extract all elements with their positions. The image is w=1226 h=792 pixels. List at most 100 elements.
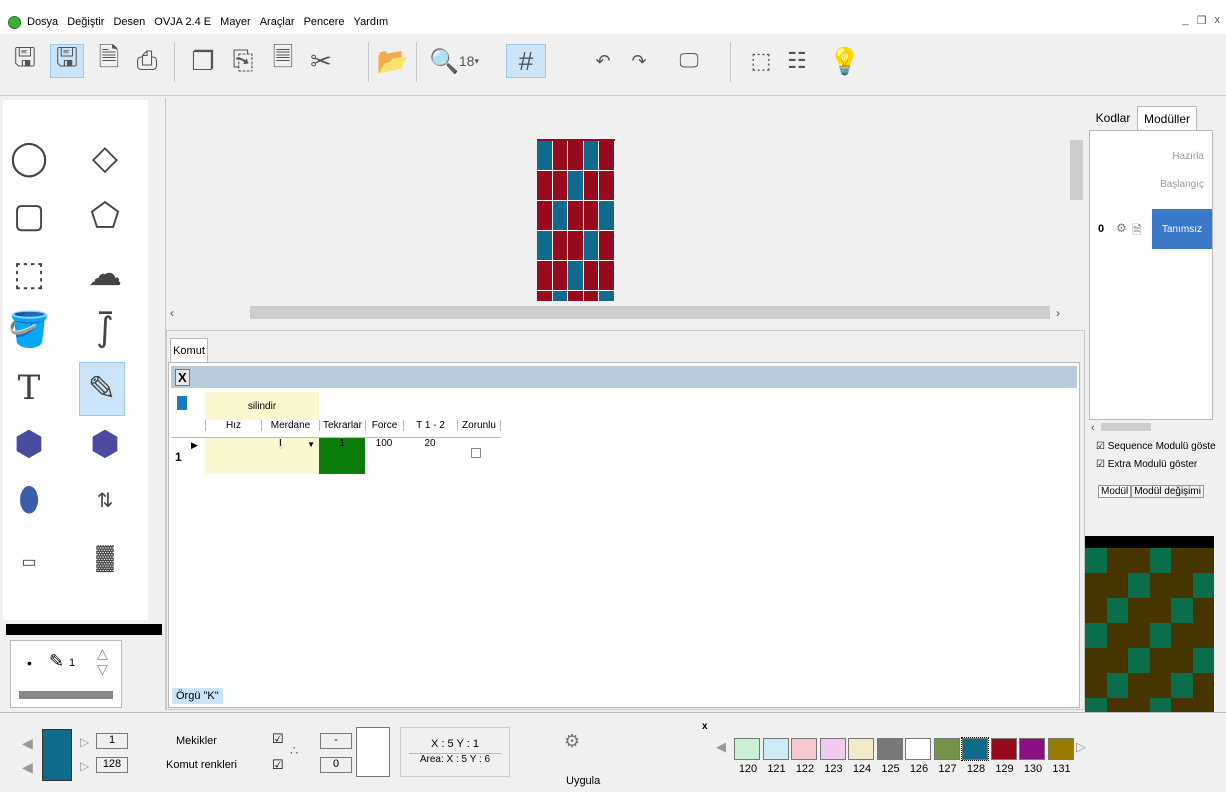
pattern-cell[interactable] <box>552 141 569 171</box>
palette-swatch[interactable] <box>1019 738 1045 760</box>
color-next2-icon[interactable]: ▷ <box>80 759 89 773</box>
palette-prev-icon[interactable]: ◀ <box>716 739 726 755</box>
print-icon[interactable]: ⎙ <box>130 44 164 78</box>
sequence-check-row[interactable]: ☑ Sequence Modulü göste <box>1096 441 1216 452</box>
tab-modul-degisimi[interactable]: Modül değişimi <box>1131 485 1204 498</box>
pattern-cell[interactable] <box>599 291 615 301</box>
cell-t12[interactable]: 20 <box>403 438 457 474</box>
apply-button[interactable]: Uygula <box>566 775 600 787</box>
select-rect-icon[interactable]: ⬚ <box>744 44 778 78</box>
pattern-cell[interactable] <box>552 171 569 201</box>
cell-tekrarlar[interactable]: 1 <box>319 438 365 474</box>
pattern-cell[interactable] <box>568 141 584 171</box>
col-t12[interactable]: T 1 - 2 <box>403 420 457 431</box>
module-name[interactable]: Tanımsız <box>1152 209 1212 249</box>
pattern-cell[interactable] <box>552 291 569 301</box>
link-icon[interactable]: ∴ <box>290 743 298 759</box>
col-tekrarlar[interactable]: Tekrarlar <box>319 420 365 431</box>
color-top-field[interactable]: 1 <box>96 733 128 749</box>
restore-icon[interactable]: ❐ <box>1197 14 1207 27</box>
command-close-button[interactable]: X <box>175 368 190 386</box>
text-tool-icon[interactable]: T <box>7 366 51 410</box>
copy-icon[interactable]: ❐ <box>186 44 220 78</box>
info-icon[interactable] <box>177 396 187 410</box>
lasso-tool-icon[interactable]: ☁ <box>83 252 127 296</box>
cell-zorunlu-checkbox[interactable] <box>471 448 481 458</box>
pattern-grid[interactable] <box>537 139 615 301</box>
pattern-cell[interactable] <box>568 231 584 261</box>
minimize-icon[interactable]: _ <box>1183 14 1189 27</box>
color-next-icon[interactable]: ▷ <box>80 735 89 749</box>
col-hiz[interactable]: Hız <box>205 420 261 431</box>
color-prev2-icon[interactable]: ◀ <box>22 759 33 776</box>
zoom-dropdown-icon[interactable]: ▾ <box>474 56 479 67</box>
pattern-cell[interactable] <box>599 171 615 201</box>
canvas-vscroll-thumb[interactable] <box>1070 140 1083 200</box>
rounded-rect-tool-icon[interactable]: ▢ <box>7 194 51 238</box>
tab-moduller[interactable]: Modüller <box>1137 106 1197 130</box>
menu-pencere[interactable]: Pencere <box>304 16 345 28</box>
cell-force[interactable]: 100 <box>365 438 403 474</box>
palette-swatch[interactable] <box>961 737 989 761</box>
palette-swatch[interactable] <box>734 738 760 760</box>
diamond-tool-icon[interactable]: ◇ <box>83 136 127 180</box>
rect-select-tool-icon[interactable]: ⬚ <box>7 252 51 296</box>
scroll-right-icon[interactable]: › <box>1056 306 1060 320</box>
ellipse-tool-icon[interactable]: ◯ <box>7 136 51 180</box>
grid-pattern-icon[interactable]: ☷ <box>780 44 814 78</box>
pattern-cell[interactable] <box>552 261 569 291</box>
module-page-icon[interactable]: 🗎 <box>1132 221 1142 242</box>
current-color-swatch[interactable] <box>42 729 72 781</box>
menu-degistir[interactable]: Değiştir <box>67 16 104 28</box>
pattern-cell[interactable] <box>583 231 600 261</box>
flip-tool-icon[interactable]: ⇅ <box>83 478 127 522</box>
pattern-cell[interactable] <box>568 291 584 301</box>
canvas-hscroll-thumb[interactable] <box>250 306 1050 319</box>
load-machine-icon[interactable]: 🖫 <box>50 42 84 78</box>
monitor-icon[interactable]: 🖵 <box>672 44 706 78</box>
design-canvas[interactable] <box>166 98 1085 326</box>
pattern-cell[interactable] <box>537 201 553 231</box>
cube-tool-icon[interactable]: ⬢ <box>7 422 51 466</box>
pattern-cell[interactable] <box>583 171 600 201</box>
tab-kodlar[interactable]: Kodlar <box>1089 106 1137 130</box>
undo-icon[interactable]: ↶ <box>586 44 620 78</box>
pattern-cell[interactable] <box>599 201 615 231</box>
col-merdane[interactable]: Merdane <box>261 420 319 431</box>
col-zorunlu[interactable]: Zorunlu <box>457 420 501 431</box>
color-prev-icon[interactable]: ◀ <box>22 735 33 752</box>
menu-dosya[interactable]: Dosya <box>27 16 58 28</box>
polygon-tool-icon[interactable]: ⬠ <box>83 194 127 238</box>
cell-merdane[interactable]: I ▼ <box>261 438 319 474</box>
pattern-cell[interactable] <box>568 261 584 291</box>
checkbox-checked-icon[interactable]: ☑ <box>1096 441 1105 452</box>
palette-swatch[interactable] <box>990 738 1017 760</box>
pattern-cell[interactable] <box>599 231 615 261</box>
bulb-icon[interactable]: 💡 <box>828 44 862 78</box>
right-hscroll[interactable]: ‹ <box>1091 422 1214 434</box>
palette-swatch[interactable] <box>791 738 817 760</box>
pattern-cell[interactable] <box>583 141 600 171</box>
fill-bucket-icon[interactable]: 🪣 <box>7 308 51 352</box>
field-zero[interactable]: 0 <box>320 757 352 773</box>
pattern-cell[interactable] <box>537 171 553 201</box>
orgu-label[interactable]: Örgü "K" <box>172 688 223 704</box>
mekikler-checkbox[interactable]: ☑ <box>272 731 284 747</box>
pattern-cell[interactable] <box>583 261 600 291</box>
pattern-cell[interactable] <box>583 201 600 231</box>
module-settings-icon[interactable]: ⚙ <box>1116 221 1127 235</box>
pattern-cell[interactable] <box>537 141 553 171</box>
close-icon[interactable]: x <box>1215 14 1221 27</box>
extra-check-row[interactable]: ☑ Extra Modulü göster <box>1096 459 1197 470</box>
colors-tool-icon[interactable]: ▓ <box>83 536 127 580</box>
zoom-control[interactable]: 🔍 18 ▾ <box>424 44 484 78</box>
canvas-vscroll[interactable] <box>1068 98 1085 304</box>
palette-next-icon[interactable]: ▷ <box>1076 739 1086 755</box>
pattern-cell[interactable] <box>552 201 569 231</box>
menu-desen[interactable]: Desen <box>113 16 145 28</box>
pencil-tool-icon[interactable]: ✎ <box>79 362 125 416</box>
palette-swatch[interactable] <box>905 738 931 760</box>
palette-swatch[interactable] <box>876 738 903 760</box>
palette-swatch[interactable] <box>848 738 874 760</box>
menu-araclar[interactable]: Araçlar <box>260 16 295 28</box>
